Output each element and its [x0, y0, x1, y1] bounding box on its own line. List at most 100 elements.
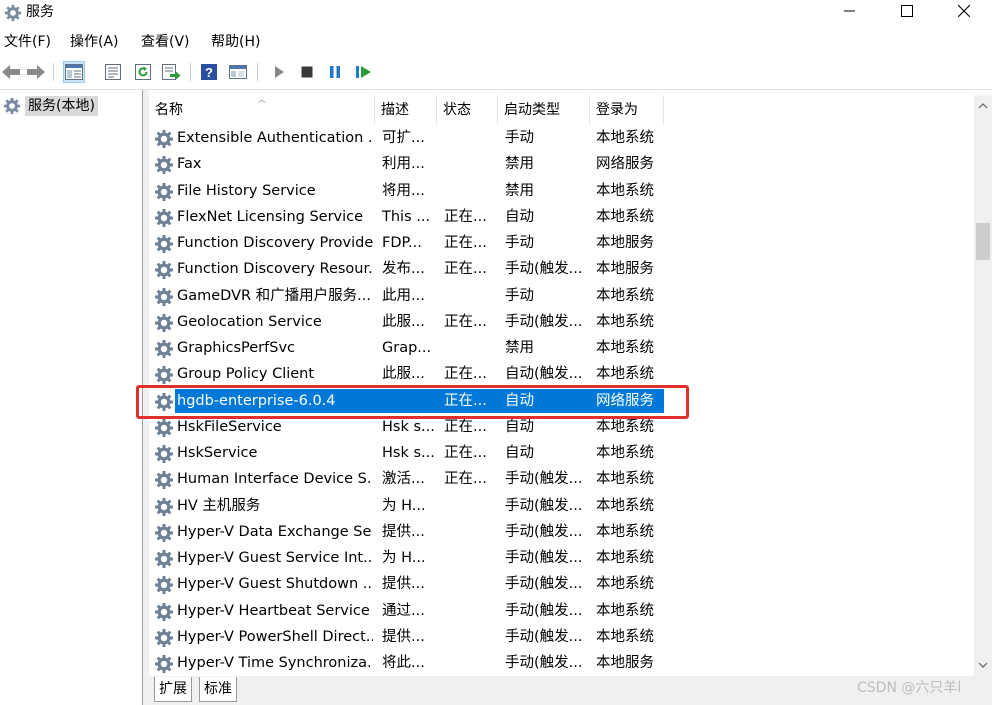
service-name: Hyper-V PowerShell Direct...: [177, 628, 373, 645]
back-button[interactable]: [0, 61, 22, 83]
pause-service-button[interactable]: [324, 61, 346, 83]
toolbar: ?: [0, 55, 992, 90]
column-header-name[interactable]: 名称 ︿: [149, 95, 375, 124]
menu-view[interactable]: 查看(V): [141, 32, 190, 52]
export-list-button[interactable]: [160, 61, 182, 83]
minimize-button[interactable]: [822, 0, 878, 22]
properties-button[interactable]: [102, 61, 124, 83]
chevron-down-icon: [978, 662, 988, 668]
service-gear-icon: [154, 182, 174, 202]
resume-service-button[interactable]: [353, 61, 375, 83]
forward-button[interactable]: [25, 61, 47, 83]
column-header-description[interactable]: 描述: [375, 95, 437, 124]
help-button[interactable]: ?: [198, 61, 220, 83]
service-status: 正在...: [444, 208, 487, 225]
service-log-on-as: 本地系统: [596, 471, 654, 488]
service-name: Hyper-V Data Exchange Se...: [177, 523, 373, 540]
service-gear-icon: [154, 234, 174, 254]
service-description: 为 H...: [382, 497, 426, 514]
scroll-up-button[interactable]: [974, 97, 992, 114]
toolbar-separator: [53, 63, 54, 81]
service-startup-type: 手动(触发...: [505, 523, 583, 540]
service-gear-icon: [154, 208, 174, 228]
tree-item-services-local[interactable]: 服务(本地): [0, 95, 98, 117]
service-description: 将此...: [382, 655, 425, 671]
service-row[interactable]: GraphicsPerfSvc Grap... 禁用 本地系统: [149, 335, 664, 361]
service-log-on-as: 本地系统: [596, 340, 654, 356]
service-gear-icon: [154, 260, 174, 280]
column-header-log-on-as[interactable]: 登录为: [590, 95, 664, 124]
start-icon: [275, 66, 284, 78]
annotation-highlight-box: [136, 385, 689, 419]
title-bar: 服务: [0, 0, 992, 29]
console-view-icon: [229, 65, 247, 79]
service-row[interactable]: FlexNet Licensing Service This ... 正在... 自动…: [149, 204, 664, 230]
window-title: 服务: [26, 4, 54, 20]
refresh-button[interactable]: [132, 61, 154, 83]
service-row[interactable]: Hyper-V Time Synchronizа... 将此... 手动(触发...…: [149, 650, 664, 676]
service-gear-icon: [154, 602, 174, 622]
service-row[interactable]: HV 主机服务 为 H... 手动(触发... 本地系统: [149, 493, 664, 519]
service-row[interactable]: Hyper-V Guest Service Int... 为 H... 手动(触发.…: [149, 545, 664, 571]
service-startup-type: 禁用: [505, 340, 534, 356]
tab-standard[interactable]: 标准: [199, 677, 237, 702]
start-service-button[interactable]: [268, 61, 290, 83]
service-row[interactable]: HskService Hsk s... 正在... 自动 本地系统: [149, 440, 664, 466]
refresh-icon: [135, 64, 151, 80]
service-gear-icon: [154, 497, 174, 517]
service-description: 通过...: [382, 602, 425, 619]
service-name: Hyper-V Guest Service Int...: [177, 550, 373, 566]
stop-service-button[interactable]: [296, 61, 318, 83]
service-row[interactable]: GameDVR 和广播用户服务... 此用... 手动 本地系统: [149, 283, 664, 309]
scrollbar-thumb[interactable]: [976, 223, 990, 260]
export-icon: [162, 64, 181, 80]
service-name: GameDVR 和广播用户服务...: [177, 287, 372, 304]
service-status: [444, 650, 496, 676]
service-startup-type: 手动(触发...: [505, 602, 583, 619]
column-header-startup-type[interactable]: 启动类型: [498, 95, 590, 124]
service-row[interactable]: File History Service 将用... 禁用 本地系统: [149, 178, 664, 204]
menu-file[interactable]: 文件(F): [4, 32, 51, 52]
service-row[interactable]: Hyper-V Guest Shutdown ... 提供... 手动(触发... 本…: [149, 571, 664, 597]
services-gear-icon: [3, 97, 21, 115]
service-status: [444, 624, 496, 650]
service-row[interactable]: Human Interface Device S... 激活... 正在... 手动(…: [149, 466, 664, 492]
column-header-status[interactable]: 状态: [437, 95, 498, 124]
service-row[interactable]: Hyper-V Data Exchange Se... 提供... 手动(触发...…: [149, 519, 664, 545]
service-row[interactable]: Hyper-V PowerShell Direct... 提供... 手动(触发..…: [149, 624, 664, 650]
service-startup-type: 手动(触发...: [505, 471, 583, 488]
service-name: Function Discovery Provide...: [177, 235, 373, 251]
service-gear-icon: [154, 418, 174, 438]
service-status: [444, 519, 496, 545]
service-row[interactable]: Group Policy Client 此服... 正在... 自动(触发... 本地系…: [149, 361, 664, 387]
service-status: 正在...: [444, 235, 487, 251]
tab-extended[interactable]: 扩展: [154, 677, 192, 702]
service-row[interactable]: Hyper-V Heartbeat Service 通过... 手动(触发... 本地…: [149, 598, 664, 624]
toolbar-separator: [257, 63, 258, 81]
console-view-button[interactable]: [227, 61, 249, 83]
service-description: Grap...: [382, 340, 432, 356]
service-row[interactable]: Function Discovery Resour... 发布... 正在... 手动…: [149, 256, 664, 282]
service-status: [444, 283, 496, 309]
scroll-down-button[interactable]: [974, 656, 992, 673]
service-log-on-as: 本地系统: [596, 287, 654, 304]
service-row[interactable]: Fax 利用... 禁用 网络服务: [149, 151, 664, 177]
vertical-scrollbar[interactable]: [974, 95, 992, 676]
menu-help[interactable]: 帮助(H): [211, 32, 260, 52]
service-description: 此用...: [382, 287, 425, 304]
maximize-button[interactable]: [879, 0, 935, 22]
service-row[interactable]: Extensible Authentication ... 可扩... 手动 本地系统: [149, 125, 664, 151]
close-button[interactable]: [936, 0, 992, 22]
service-name: GraphicsPerfSvc: [177, 340, 296, 356]
menu-action[interactable]: 操作(A): [70, 32, 119, 52]
service-row[interactable]: Geolocation Service 此服... 正在... 手动(触发... 本地系…: [149, 309, 664, 335]
service-status: [444, 571, 496, 597]
service-row[interactable]: Function Discovery Provide... FDP... 正在...…: [149, 230, 664, 256]
show-tree-button[interactable]: [63, 61, 85, 83]
service-gear-icon: [154, 654, 174, 674]
service-gear-icon: [154, 549, 174, 569]
service-name: Human Interface Device S...: [177, 471, 373, 488]
service-startup-type: 手动(触发...: [505, 655, 583, 671]
column-header-label: 名称: [155, 102, 183, 118]
service-log-on-as: 本地服务: [596, 235, 654, 251]
